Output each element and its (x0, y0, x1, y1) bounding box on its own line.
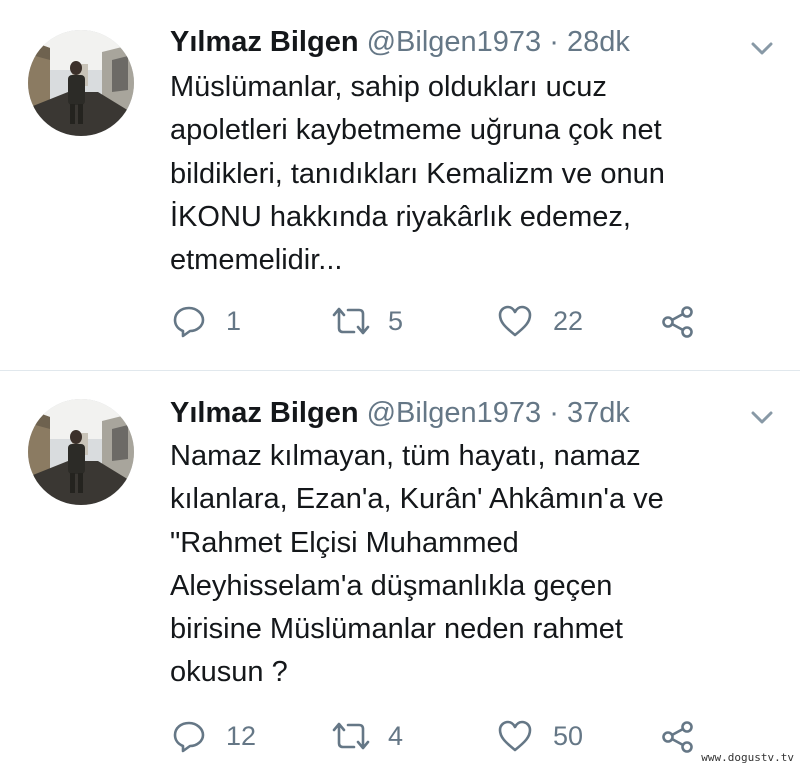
tweet-2[interactable]: Yılmaz Bilgen @Bilgen1973 · 37dk Namaz k… (0, 371, 800, 774)
like-count: 22 (553, 305, 584, 336)
separator: · (549, 397, 559, 429)
tweet-text: Namaz kılmayan, tüm hayatı, namaz kılanl… (170, 435, 770, 695)
retweet-count: 4 (388, 720, 404, 751)
avatar[interactable] (28, 399, 134, 505)
tweet-text-line: apoletleri kaybetmeme uğruna çok net (170, 114, 662, 147)
tweet-text: Müslümanlar, sahip oldukları ucuz apolet… (170, 66, 770, 282)
tweet-text-line: "Rahmet Elçisi Muhammed (170, 526, 519, 559)
separator: · (549, 26, 559, 58)
retweet-count: 5 (388, 305, 404, 336)
tweet-1[interactable]: Yılmaz Bilgen @Bilgen1973 · 28dk Müslüma… (0, 0, 800, 370)
chevron-down-icon[interactable] (748, 38, 776, 58)
timestamp[interactable]: 28dk (567, 26, 630, 58)
watermark: www.dogustv.tv (701, 751, 794, 764)
reply-button[interactable]: 12 (172, 719, 256, 753)
retweet-button[interactable]: 5 (330, 304, 403, 338)
tweet-text-line: okusun ? (170, 656, 288, 689)
author-handle[interactable]: @Bilgen1973 (367, 26, 542, 58)
share-button[interactable] (660, 304, 696, 340)
share-button[interactable] (660, 719, 696, 755)
tweet-text-line: birisine Müslümanlar neden rahmet (170, 613, 623, 646)
tweet-header: Yılmaz Bilgen @Bilgen1973 · 37dk (170, 395, 630, 431)
like-icon (498, 720, 532, 752)
retweet-icon (332, 722, 370, 750)
tweet-header: Yılmaz Bilgen @Bilgen1973 · 28dk (170, 24, 630, 60)
tweet-text-line: etmemelidir... (170, 244, 343, 277)
reply-count: 1 (226, 305, 242, 336)
reply-icon (173, 306, 205, 338)
like-icon (498, 305, 532, 337)
chevron-down-icon[interactable] (748, 407, 776, 427)
avatar[interactable] (28, 30, 134, 136)
reply-icon (173, 721, 205, 753)
tweet-actions: 1 5 22 (0, 304, 800, 348)
tweet-text-line: Aleyhisselam'a düşmanlıkla geçen (170, 569, 613, 602)
tweet-text-line: İKONU hakkında riyakârlık edemez, (170, 200, 631, 233)
reply-button[interactable]: 1 (172, 304, 241, 338)
timestamp[interactable]: 37dk (567, 397, 630, 429)
retweet-icon (332, 307, 370, 335)
author-name[interactable]: Yılmaz Bilgen (170, 397, 359, 429)
like-button[interactable]: 22 (497, 304, 583, 338)
share-icon (662, 721, 693, 753)
reply-count: 12 (226, 720, 257, 751)
share-icon (662, 306, 693, 338)
like-count: 50 (553, 720, 584, 751)
tweet-text-line: Müslümanlar, sahip oldukları ucuz (170, 71, 607, 103)
author-name[interactable]: Yılmaz Bilgen (170, 26, 359, 58)
author-handle[interactable]: @Bilgen1973 (367, 397, 542, 429)
tweet-text-line: kılanlara, Ezan'a, Kurân' Ahkâmın'a ve (170, 483, 664, 516)
retweet-button[interactable]: 4 (330, 719, 403, 753)
tweet-text-line: Namaz kılmayan, tüm hayatı, namaz (170, 440, 641, 472)
like-button[interactable]: 50 (497, 719, 583, 753)
tweet-actions: 12 4 50 (0, 719, 800, 763)
tweet-text-line: bildikleri, tanıdıkları Kemalizm ve onun (170, 157, 665, 190)
